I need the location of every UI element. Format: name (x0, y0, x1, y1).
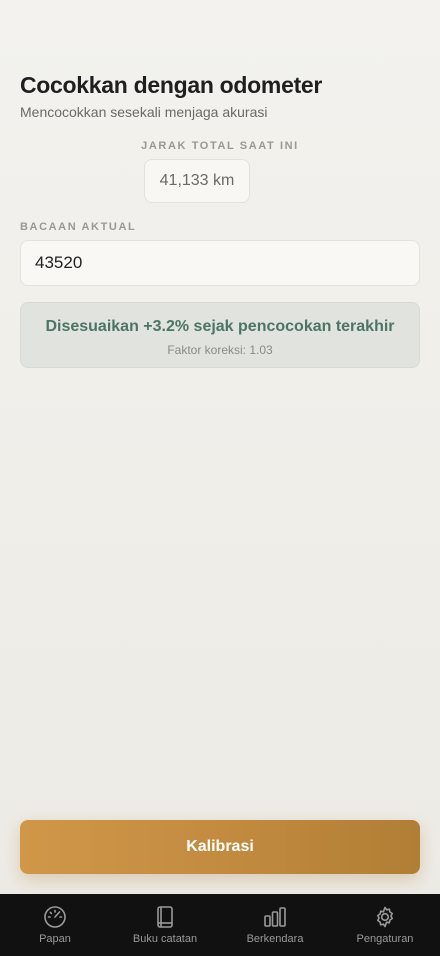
calibrate-button[interactable]: Kalibrasi (20, 820, 420, 874)
actual-reading-input[interactable] (20, 240, 420, 286)
bottom-tab-bar: Papan Buku catatan Berkendara Pengaturan (0, 894, 440, 956)
tab-berkendara[interactable]: Berkendara (220, 894, 330, 956)
correction-factor: Faktor koreksi: 1.03 (167, 343, 273, 357)
current-distance-value: 41,133 km (144, 159, 250, 203)
adjustment-message: Disesuaikan +3.2% sejak pencocokan terak… (45, 318, 395, 335)
book-icon (157, 906, 173, 928)
actual-reading-label: BACAAN AKTUAL (20, 221, 137, 233)
tab-label: Papan (39, 933, 71, 945)
tab-label: Buku catatan (132, 933, 198, 945)
page-title: Cocokkan dengan odometer (20, 72, 323, 98)
bar-chart-icon (264, 907, 286, 927)
page-subtitle: Mencocokkan sesekali menjaga akurasi (20, 104, 268, 120)
calibration-screen: Cocokkan dengan odometer Mencocokkan ses… (0, 0, 440, 956)
tab-pengaturan[interactable]: Pengaturan (330, 894, 440, 956)
current-distance-label: JARAK TOTAL SAAT INI (141, 140, 299, 152)
dashboard-gauge-icon (44, 906, 66, 928)
tab-label: Berkendara (246, 933, 304, 945)
adjustment-card: Disesuaikan +3.2% sejak pencocokan terak… (20, 302, 420, 368)
tab-papan[interactable]: Papan (0, 894, 110, 956)
gear-icon (377, 906, 393, 928)
tab-buku-catatan[interactable]: Buku catatan (110, 894, 220, 956)
tab-label: Pengaturan (356, 933, 414, 945)
